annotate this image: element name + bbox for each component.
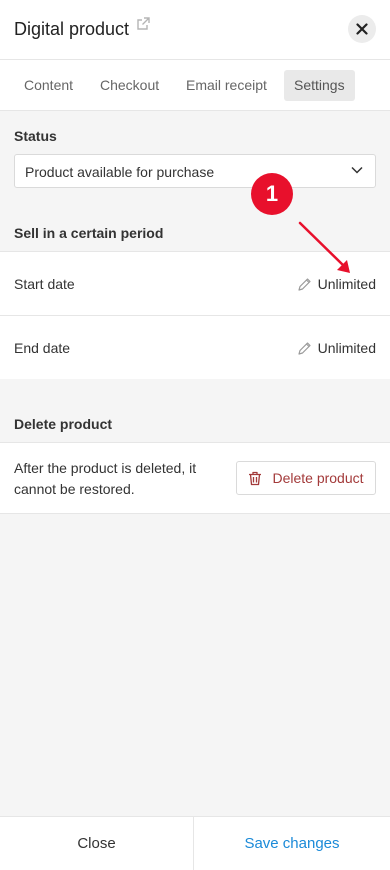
annotation-badge: 1 [251, 173, 293, 215]
end-date-row: End date Unlimited [0, 315, 390, 379]
save-changes-button[interactable]: Save changes [194, 817, 390, 870]
panel-footer: Close Save changes [0, 816, 390, 870]
pencil-icon [298, 341, 311, 355]
tab-content[interactable]: Content [24, 70, 73, 101]
end-date-text: Unlimited [317, 340, 376, 356]
end-date-label: End date [14, 340, 71, 356]
status-select[interactable]: Product available for purchase [14, 154, 376, 188]
start-date-label: Start date [14, 276, 75, 292]
status-heading: Status [14, 128, 57, 144]
trash-icon [249, 471, 262, 485]
annotation-arrow [298, 221, 350, 273]
page-title: Digital product [14, 19, 130, 39]
panel-header: Digital product [0, 0, 390, 60]
close-panel-button[interactable] [348, 15, 376, 43]
tab-checkout[interactable]: Checkout [100, 70, 159, 101]
delete-row: After the product is deleted, it cannot … [0, 442, 390, 514]
tab-bar: Content Checkout Email receipt Settings [0, 60, 390, 111]
close-icon [356, 23, 368, 35]
chevron-down-icon [351, 166, 363, 174]
tab-email-receipt[interactable]: Email receipt [186, 70, 267, 101]
close-button[interactable]: Close [0, 817, 194, 870]
external-link-icon[interactable] [135, 16, 151, 32]
tab-settings[interactable]: Settings [284, 70, 355, 101]
delete-heading: Delete product [14, 416, 113, 432]
delete-product-label: Delete product [272, 470, 364, 486]
status-select-value: Product available for purchase [25, 164, 215, 180]
end-date-value[interactable]: Unlimited [297, 340, 376, 356]
delete-description: After the product is deleted, it cannot … [14, 460, 197, 497]
delete-product-button[interactable]: Delete product [236, 461, 376, 495]
period-heading: Sell in a certain period [14, 225, 164, 241]
